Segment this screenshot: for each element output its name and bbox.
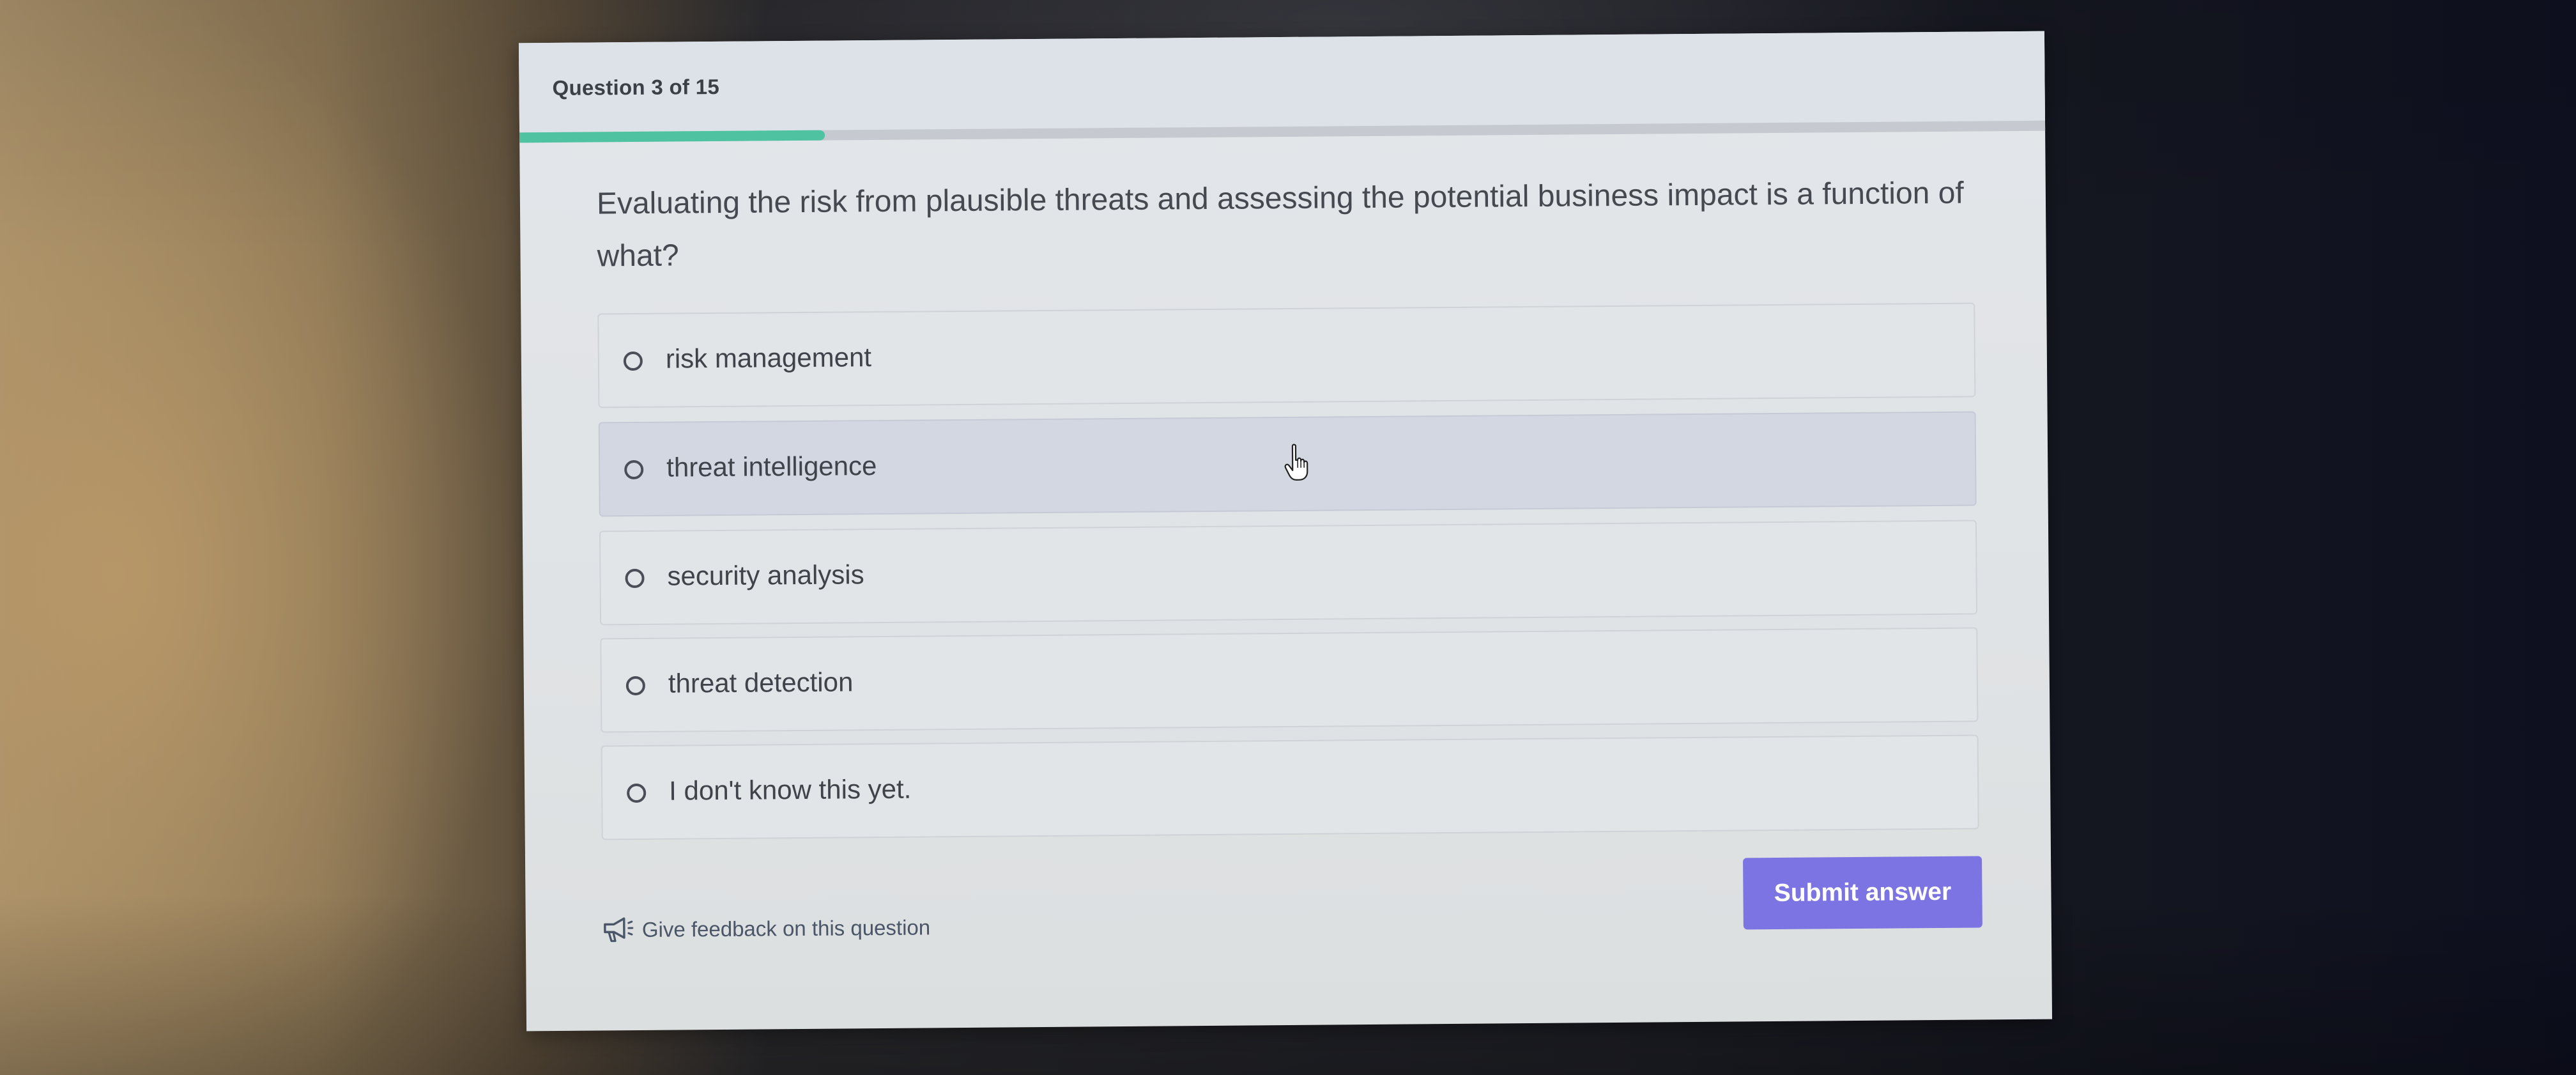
radio-button-icon[interactable] <box>624 460 644 480</box>
answer-option-label: security analysis <box>667 559 864 591</box>
answer-option-label: threat intelligence <box>666 451 877 483</box>
progress-bar-fill <box>519 130 825 143</box>
radio-button-icon[interactable] <box>625 676 645 696</box>
hand-pointer-icon <box>1284 444 1308 481</box>
answer-option-label: risk management <box>665 342 872 374</box>
feedback-link-label[interactable]: Give feedback on this question <box>642 915 931 942</box>
submit-answer-button[interactable]: Submit answer <box>1743 856 1982 930</box>
answer-option-dont-know[interactable]: I don't know this yet. <box>601 734 1979 840</box>
answer-option-threat-intelligence[interactable]: threat intelligence <box>598 411 1977 517</box>
answer-option-threat-detection[interactable]: threat detection <box>600 627 1979 733</box>
radio-button-icon[interactable] <box>625 568 645 589</box>
answer-option-security-analysis[interactable]: security analysis <box>599 520 1978 626</box>
answer-option-label: threat detection <box>668 667 854 699</box>
radio-button-icon[interactable] <box>627 783 647 803</box>
megaphone-icon <box>604 917 634 942</box>
quiz-header: Question 3 of 15 <box>518 31 2045 133</box>
question-text: Evaluating the risk from plausible threa… <box>596 176 1964 274</box>
answer-option-risk-management[interactable]: risk management <box>597 302 1976 408</box>
quiz-card: Question 3 of 15 Evaluating the risk fro… <box>518 31 2053 1032</box>
feedback-link[interactable]: Give feedback on this question <box>602 913 931 945</box>
radio-button-icon[interactable] <box>623 351 643 371</box>
answer-option-label: I don't know this yet. <box>668 773 912 806</box>
question-counter: Question 3 of 15 <box>552 74 720 100</box>
